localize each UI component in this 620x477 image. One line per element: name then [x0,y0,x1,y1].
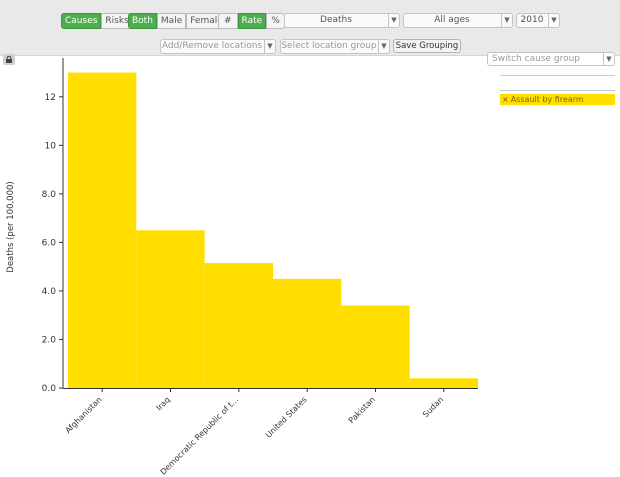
bar-1[interactable] [136,230,205,388]
x-tick-label: Afghanistan [64,395,104,435]
x-tick-label: Pakistan [347,395,377,425]
bar-0[interactable] [68,72,137,388]
y-tick-label: 4.0 [42,287,57,297]
bar-2[interactable] [204,263,273,388]
y-tick-label: 0.0 [42,384,57,394]
bar-4[interactable] [341,305,410,389]
bar-3[interactable] [273,278,342,388]
x-tick-label: Democratic Republic of t... [159,395,241,477]
bar-chart: 0.0 2.0 4.0 6.0 8.0 10 12 Afghanistan IraqDemocr… [6,58,478,477]
bar-5[interactable] [409,378,478,388]
bars-group [68,72,478,389]
y-tick-label: 6.0 [42,238,57,248]
y-tick-label: 10 [45,141,57,151]
x-tick-label: United States [264,395,309,440]
x-tick-label: Sudan [421,395,445,419]
y-tick-label: 8.0 [42,190,57,200]
x-tick-label: Iraq [154,395,171,412]
y-tick-label: 12 [45,93,56,103]
y-tick-label: 2.0 [42,335,57,345]
y-axis-label: Deaths (per 100,000) [6,181,16,272]
